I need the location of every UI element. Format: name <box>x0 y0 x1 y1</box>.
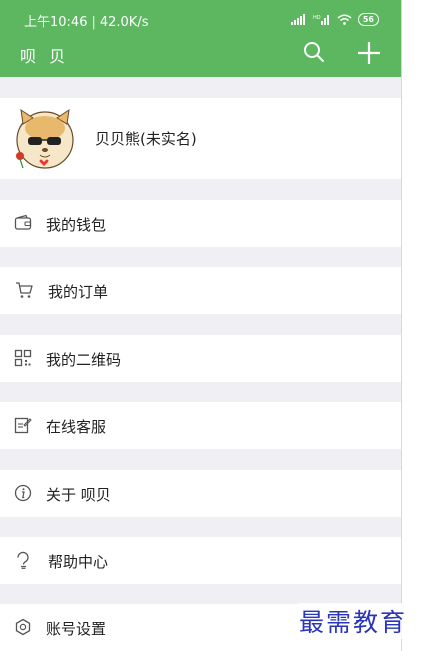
menu-item-label: 帮助中心 <box>48 553 109 571</box>
status-time-speed: 上午10:46 | 42.0K/s <box>24 11 148 30</box>
status-bar: 上午10:46 | 42.0K/s HD 56 <box>0 0 401 36</box>
menu-item-orders[interactable]: 我的订单 <box>0 267 401 314</box>
profile-name: 贝贝熊(未实名) <box>95 130 197 148</box>
watermark: 最需教育 <box>299 603 408 639</box>
settings-icon <box>15 618 31 636</box>
cart-icon <box>16 282 33 298</box>
app-header: 上午10:46 | 42.0K/s HD 56 呗 贝 <box>0 0 401 77</box>
svg-text:HD: HD <box>313 15 321 21</box>
search-button[interactable] <box>302 40 328 66</box>
menu-item-help[interactable]: 帮助中心 <box>0 537 401 584</box>
menu-item-label: 我的二维码 <box>46 351 122 369</box>
menu-item-label: 我的订单 <box>48 283 109 301</box>
wallet-icon <box>14 214 32 230</box>
menu-item-label: 账号设置 <box>46 620 107 638</box>
help-icon <box>17 551 29 569</box>
plus-icon <box>358 42 380 64</box>
qr-code-icon <box>14 349 32 367</box>
menu-item-qrcode[interactable]: 我的二维码 <box>0 335 401 382</box>
menu-item-wallet[interactable]: 我的钱包 <box>0 200 401 247</box>
menu-item-label: 关于 呗贝 <box>46 486 111 504</box>
menu-item-about[interactable]: 关于 呗贝 <box>0 470 401 517</box>
signal-hd-icon: HD <box>313 14 329 25</box>
add-button[interactable] <box>356 40 382 66</box>
app-title: 呗 贝 <box>20 47 70 66</box>
search-icon <box>304 42 324 62</box>
battery-indicator: 56 <box>357 12 379 26</box>
wifi-icon <box>337 14 352 25</box>
status-separator: | <box>91 15 96 30</box>
network-speed: 42.0K/s <box>99 15 149 30</box>
info-icon <box>14 484 32 502</box>
phone-screen: 上午10:46 | 42.0K/s HD 56 呗 贝 贝贝熊(未实名) 我的钱… <box>0 0 402 651</box>
menu-item-customer-service[interactable]: 在线客服 <box>0 402 401 449</box>
signal-icon <box>290 13 305 25</box>
edit-icon <box>14 417 32 434</box>
avatar <box>16 108 74 169</box>
menu-item-label: 在线客服 <box>46 418 107 436</box>
profile-card[interactable]: 贝贝熊(未实名) <box>0 98 401 179</box>
menu-item-label: 我的钱包 <box>46 216 107 234</box>
status-icons: HD 56 <box>290 12 379 26</box>
status-time: 上午10:46 <box>24 15 88 30</box>
